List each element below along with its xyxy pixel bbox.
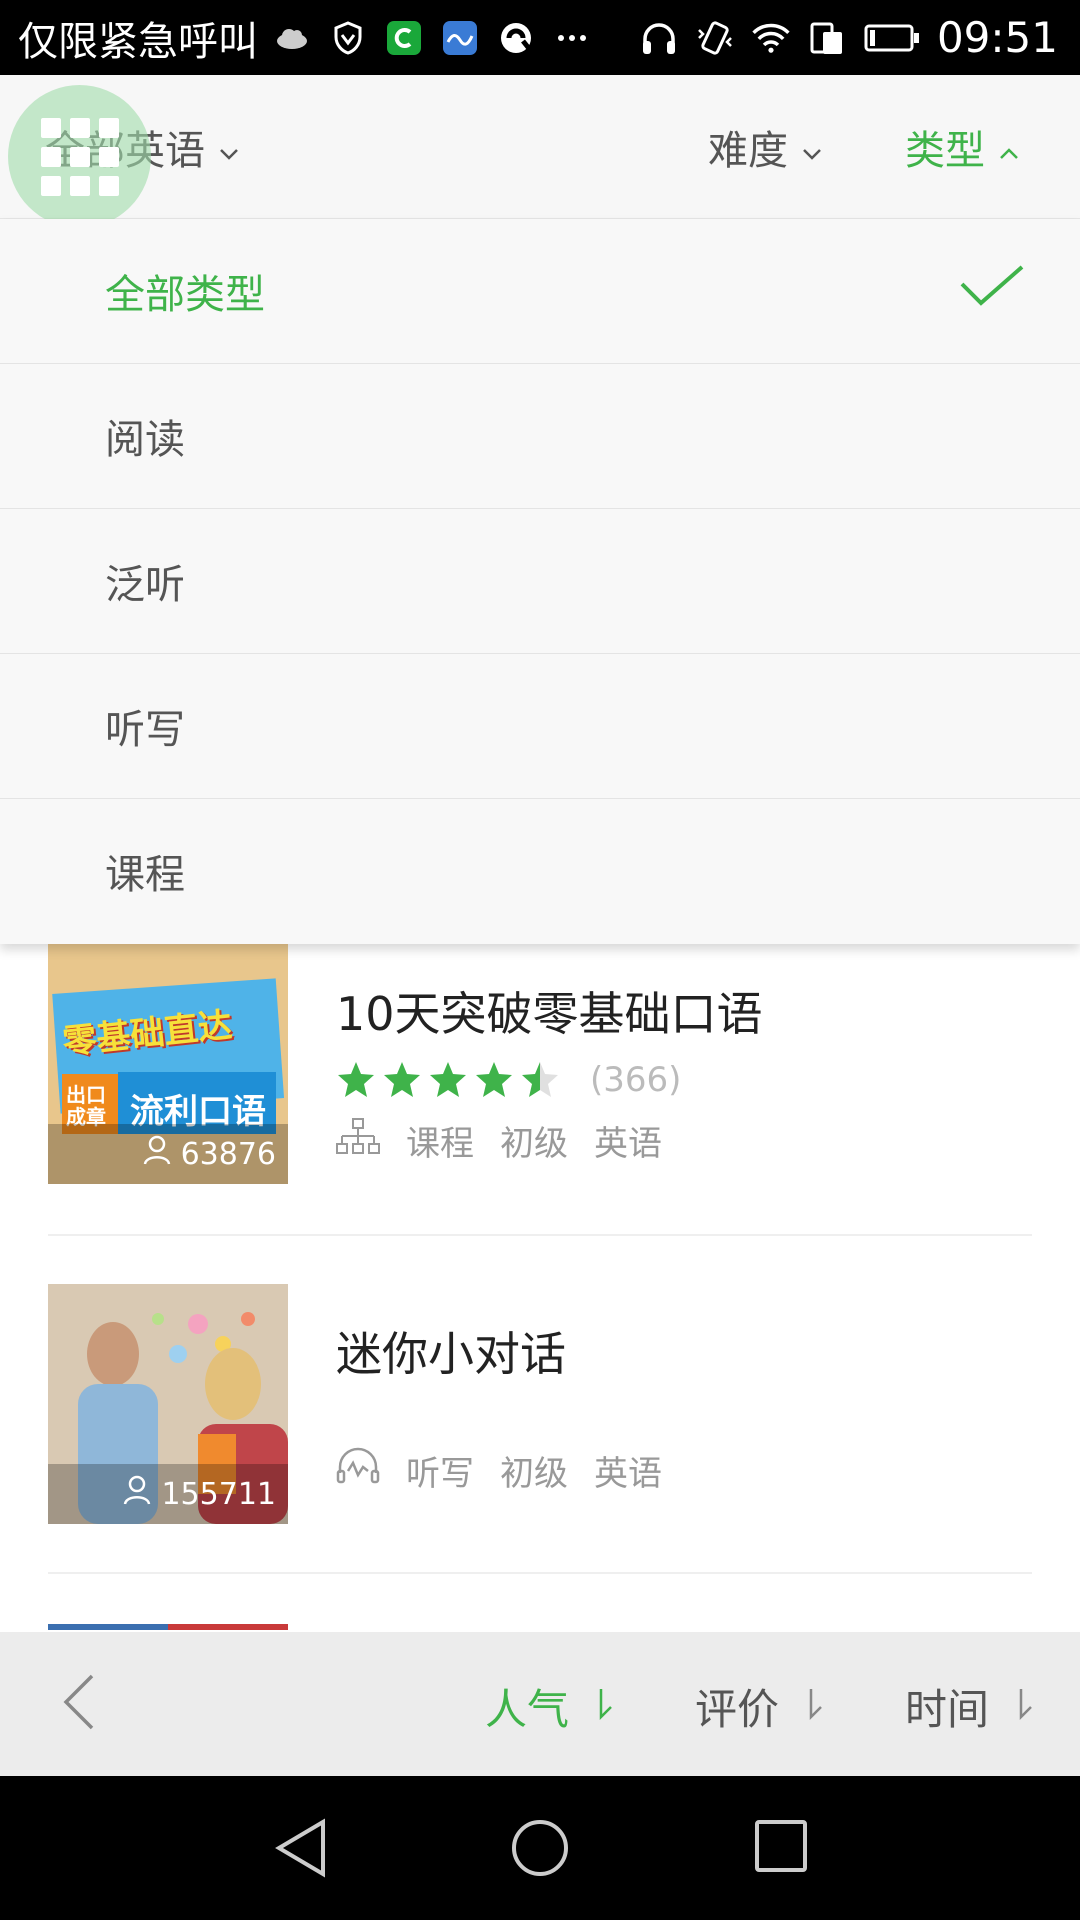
user-icon bbox=[143, 1135, 171, 1173]
course-rating: (366) bbox=[336, 1060, 763, 1100]
thumbnail-subtitle-text: 出口成章 bbox=[66, 1083, 106, 1129]
shield-icon bbox=[328, 18, 368, 58]
sort-rating-label: 评价 bbox=[695, 1685, 780, 1734]
nav-back-icon[interactable] bbox=[273, 1818, 329, 1882]
course-title: 迷你小对话 bbox=[336, 1327, 566, 1381]
dropdown-item-label: 全部类型 bbox=[105, 272, 265, 318]
dropdown-item-all-types[interactable]: 全部类型 bbox=[0, 219, 1080, 364]
dictation-headphone-icon bbox=[336, 1447, 380, 1494]
sort-arrow-down-icon bbox=[593, 1682, 615, 1731]
chevron-down-icon bbox=[219, 124, 239, 170]
user-icon bbox=[123, 1475, 151, 1513]
battery-icon bbox=[863, 18, 921, 58]
sort-popularity-label: 人气 bbox=[485, 1685, 570, 1734]
star-icon bbox=[430, 1062, 466, 1097]
star-icon bbox=[338, 1062, 374, 1097]
dropdown-item-dictation[interactable]: 听写 bbox=[0, 654, 1080, 799]
type-dropdown: 全部类型 阅读 泛听 听写 课程 bbox=[0, 219, 1080, 944]
sort-by-time[interactable]: 时间 bbox=[905, 1676, 1035, 1737]
course-card[interactable]: 155711 迷你小对话 听写 初级 英语 bbox=[48, 1284, 1032, 1574]
course-thumbnail: 零基础直达 出口成章 流利口语 63876 bbox=[48, 944, 288, 1184]
dropdown-item-course[interactable]: 课程 bbox=[0, 799, 1080, 943]
rating-stars bbox=[336, 1060, 560, 1100]
sort-by-popularity[interactable]: 人气 bbox=[485, 1676, 615, 1737]
course-level-tag: 初级 bbox=[500, 1454, 568, 1494]
course-language-tag: 英语 bbox=[594, 1454, 662, 1494]
course-tags: 课程 初级 英语 bbox=[336, 1116, 763, 1165]
green-app-icon bbox=[384, 18, 424, 58]
course-thumbnail bbox=[48, 1624, 288, 1630]
course-type-tag: 听写 bbox=[406, 1454, 474, 1494]
dropdown-item-reading[interactable]: 阅读 bbox=[0, 364, 1080, 509]
dropdown-item-label: 泛听 bbox=[105, 562, 185, 608]
learner-count-value: 155711 bbox=[161, 1476, 276, 1512]
filter-type-label: 类型 bbox=[905, 127, 985, 174]
status-bar: 仅限紧急呼叫 09:51 bbox=[0, 0, 1080, 75]
system-navigation-bar bbox=[0, 1776, 1080, 1920]
weather-cloud-icon bbox=[272, 18, 312, 58]
dropdown-item-label: 听写 bbox=[105, 707, 185, 753]
dropdown-item-extensive-listening[interactable]: 泛听 bbox=[0, 509, 1080, 654]
sort-arrow-down-icon bbox=[1013, 1682, 1035, 1731]
learner-count-value: 63876 bbox=[180, 1136, 276, 1172]
course-type-tag: 课程 bbox=[406, 1124, 474, 1164]
star-icon bbox=[476, 1062, 512, 1097]
learner-count: 63876 bbox=[48, 1124, 288, 1184]
carrier-text: 仅限紧急呼叫 bbox=[18, 18, 258, 65]
dual-sim-icon bbox=[807, 18, 847, 58]
course-card[interactable]: 零基础直达 出口成章 流利口语 63876 10天突破零基础口语 (366) 课… bbox=[48, 944, 1032, 1236]
course-info: 10天突破零基础口语 (366) 课程 初级 英语 bbox=[336, 978, 763, 1234]
course-level-tag: 初级 bbox=[500, 1124, 568, 1164]
filter-difficulty[interactable]: 难度 bbox=[708, 118, 822, 176]
sort-by-rating[interactable]: 评价 bbox=[695, 1676, 825, 1737]
rating-count: (366) bbox=[590, 1060, 682, 1100]
vibrate-icon bbox=[695, 18, 735, 58]
more-dots-icon bbox=[552, 18, 592, 58]
blue-app-icon bbox=[440, 18, 480, 58]
star-icon bbox=[384, 1062, 420, 1097]
star-icon bbox=[522, 1062, 558, 1097]
course-thumbnail: 155711 bbox=[48, 1284, 288, 1524]
course-structure-icon bbox=[336, 1117, 380, 1164]
course-title: 10天突破零基础口语 bbox=[336, 987, 763, 1041]
nav-recents-icon[interactable] bbox=[753, 1818, 809, 1878]
filter-difficulty-label: 难度 bbox=[708, 127, 788, 174]
grid-menu-button[interactable] bbox=[8, 85, 151, 228]
course-list: 零基础直达 出口成章 流利口语 63876 10天突破零基础口语 (366) 课… bbox=[0, 940, 1080, 1630]
back-button[interactable] bbox=[60, 1672, 100, 1736]
headset-icon bbox=[639, 18, 679, 58]
sort-arrow-down-icon bbox=[803, 1682, 825, 1731]
course-card[interactable] bbox=[48, 1624, 1032, 1630]
dropdown-item-label: 阅读 bbox=[105, 417, 185, 463]
nav-home-icon[interactable] bbox=[510, 1818, 570, 1882]
learner-count: 155711 bbox=[48, 1464, 288, 1524]
course-language-tag: 英语 bbox=[594, 1124, 662, 1164]
chevron-up-icon bbox=[999, 124, 1019, 170]
sort-time-label: 时间 bbox=[905, 1685, 990, 1734]
checkmark-icon bbox=[959, 264, 1025, 318]
chevron-down-icon bbox=[802, 124, 822, 170]
filter-bar: 全部英语 难度 类型 bbox=[0, 75, 1080, 219]
wifi-icon bbox=[751, 18, 791, 58]
sync-icon bbox=[496, 18, 536, 58]
grid-icon bbox=[40, 117, 119, 196]
course-info: 迷你小对话 听写 初级 英语 bbox=[336, 1318, 662, 1572]
filter-type[interactable]: 类型 bbox=[905, 118, 1019, 176]
clock-time: 09:51 bbox=[936, 13, 1058, 62]
sort-bar: 人气 评价 时间 bbox=[0, 1632, 1080, 1776]
dropdown-item-label: 课程 bbox=[105, 852, 185, 898]
course-tags: 听写 初级 英语 bbox=[336, 1446, 662, 1495]
